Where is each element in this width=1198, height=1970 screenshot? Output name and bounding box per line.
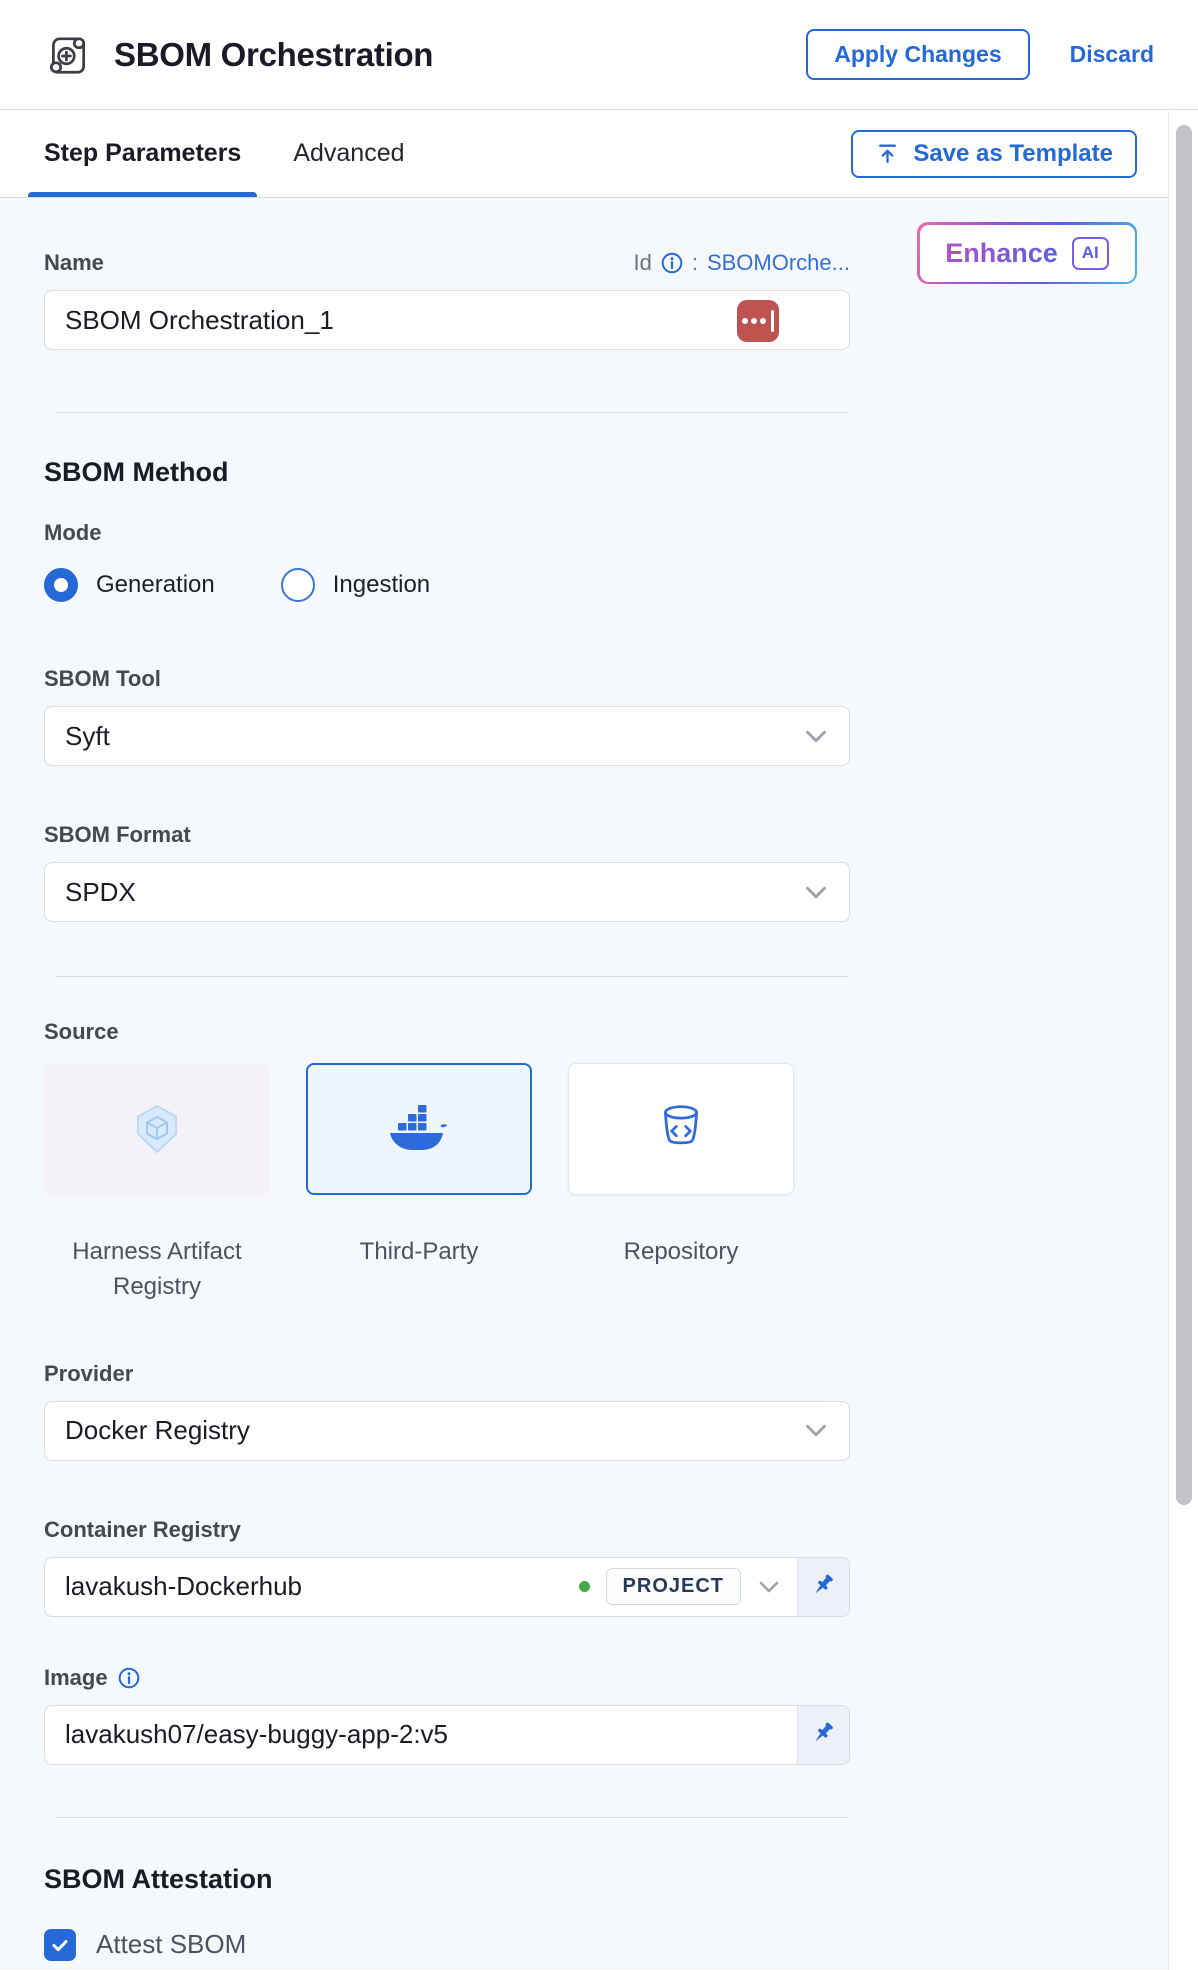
mode-label: Mode bbox=[44, 520, 1198, 546]
container-registry-label: Container Registry bbox=[44, 1517, 1198, 1543]
image-value: lavakush07/easy-buggy-app-2:v5 bbox=[65, 1719, 448, 1750]
source-card-harness-artifact-registry[interactable] bbox=[44, 1063, 270, 1195]
discard-link[interactable]: Discard bbox=[1070, 41, 1154, 68]
sbom-step-scroll-icon bbox=[44, 31, 92, 79]
page-title: SBOM Orchestration bbox=[114, 36, 433, 74]
radio-ingestion-label[interactable]: Ingestion bbox=[333, 571, 430, 599]
source-card-label: Harness Artifact Registry bbox=[44, 1235, 270, 1305]
sbom-format-label: SBOM Format bbox=[44, 822, 1198, 848]
harness-artifact-registry-icon bbox=[129, 1101, 185, 1157]
container-registry-field[interactable]: lavakush-Dockerhub PROJECT bbox=[44, 1557, 850, 1617]
id-label: Id bbox=[633, 250, 651, 276]
provider-value: Docker Registry bbox=[65, 1415, 250, 1446]
chevron-down-icon bbox=[803, 728, 829, 745]
step-config-header: SBOM Orchestration Apply Changes Discard bbox=[0, 0, 1198, 110]
radio-generation-label[interactable]: Generation bbox=[96, 571, 215, 599]
source-card-third-party[interactable] bbox=[306, 1063, 532, 1195]
radio-ingestion[interactable] bbox=[281, 568, 315, 602]
image-field[interactable]: lavakush07/easy-buggy-app-2:v5 bbox=[44, 1705, 850, 1765]
container-registry-value: lavakush-Dockerhub bbox=[65, 1571, 302, 1602]
attest-sbom-label[interactable]: Attest SBOM bbox=[96, 1929, 246, 1960]
chevron-down-icon[interactable] bbox=[757, 1579, 781, 1595]
step-parameters-panel: Enhance AI Name Id : SBOMOrche... SBOM O… bbox=[0, 198, 1198, 1969]
docker-whale-icon bbox=[388, 1104, 450, 1154]
chevron-down-icon bbox=[803, 884, 829, 901]
sbom-format-select[interactable]: SPDX bbox=[44, 862, 850, 922]
name-label: Name bbox=[44, 250, 104, 276]
divider bbox=[56, 1817, 848, 1818]
info-icon[interactable] bbox=[118, 1667, 140, 1689]
enhance-ai-button[interactable]: Enhance AI bbox=[917, 222, 1137, 284]
step-id-value[interactable]: SBOMOrche... bbox=[707, 250, 850, 276]
id-separator: : bbox=[692, 250, 698, 276]
divider bbox=[56, 976, 848, 977]
source-card-label: Repository bbox=[568, 1235, 794, 1305]
sbom-method-heading: SBOM Method bbox=[44, 457, 1198, 488]
tab-bar: Step Parameters Advanced Save as Templat… bbox=[0, 110, 1198, 198]
sbom-tool-value: Syft bbox=[65, 721, 110, 752]
provider-label: Provider bbox=[44, 1361, 1198, 1387]
save-as-template-label: Save as Template bbox=[913, 140, 1113, 168]
name-input-value: SBOM Orchestration_1 bbox=[65, 305, 334, 336]
name-input[interactable]: SBOM Orchestration_1 bbox=[44, 290, 850, 350]
source-label: Source bbox=[44, 1019, 1198, 1045]
repository-icon bbox=[654, 1102, 708, 1156]
comment-indicator-icon[interactable] bbox=[737, 300, 779, 342]
sbom-tool-select[interactable]: Syft bbox=[44, 706, 850, 766]
pin-icon[interactable] bbox=[797, 1558, 849, 1616]
info-icon[interactable] bbox=[661, 252, 683, 274]
ai-badge: AI bbox=[1072, 237, 1109, 270]
source-card-repository[interactable] bbox=[568, 1063, 794, 1195]
enhance-label: Enhance bbox=[945, 238, 1058, 269]
upload-icon bbox=[875, 141, 900, 166]
tab-step-parameters[interactable]: Step Parameters bbox=[44, 110, 241, 197]
image-label: Image bbox=[44, 1665, 108, 1691]
connector-status-dot bbox=[579, 1581, 590, 1592]
save-as-template-button[interactable]: Save as Template bbox=[851, 130, 1137, 178]
tab-advanced[interactable]: Advanced bbox=[293, 110, 404, 197]
provider-select[interactable]: Docker Registry bbox=[44, 1401, 850, 1461]
sbom-attestation-heading: SBOM Attestation bbox=[44, 1864, 1198, 1895]
pin-icon[interactable] bbox=[797, 1706, 849, 1764]
scope-badge: PROJECT bbox=[606, 1568, 741, 1605]
apply-changes-button[interactable]: Apply Changes bbox=[806, 29, 1029, 80]
chevron-down-icon bbox=[803, 1422, 829, 1439]
radio-generation[interactable] bbox=[44, 568, 78, 602]
source-card-label: Third-Party bbox=[306, 1235, 532, 1305]
scrollbar-thumb[interactable] bbox=[1176, 125, 1192, 1505]
attest-sbom-checkbox[interactable] bbox=[44, 1929, 76, 1961]
divider bbox=[56, 412, 848, 413]
sbom-tool-label: SBOM Tool bbox=[44, 666, 1198, 692]
sbom-format-value: SPDX bbox=[65, 877, 136, 908]
scrollbar-track[interactable] bbox=[1168, 111, 1198, 1970]
